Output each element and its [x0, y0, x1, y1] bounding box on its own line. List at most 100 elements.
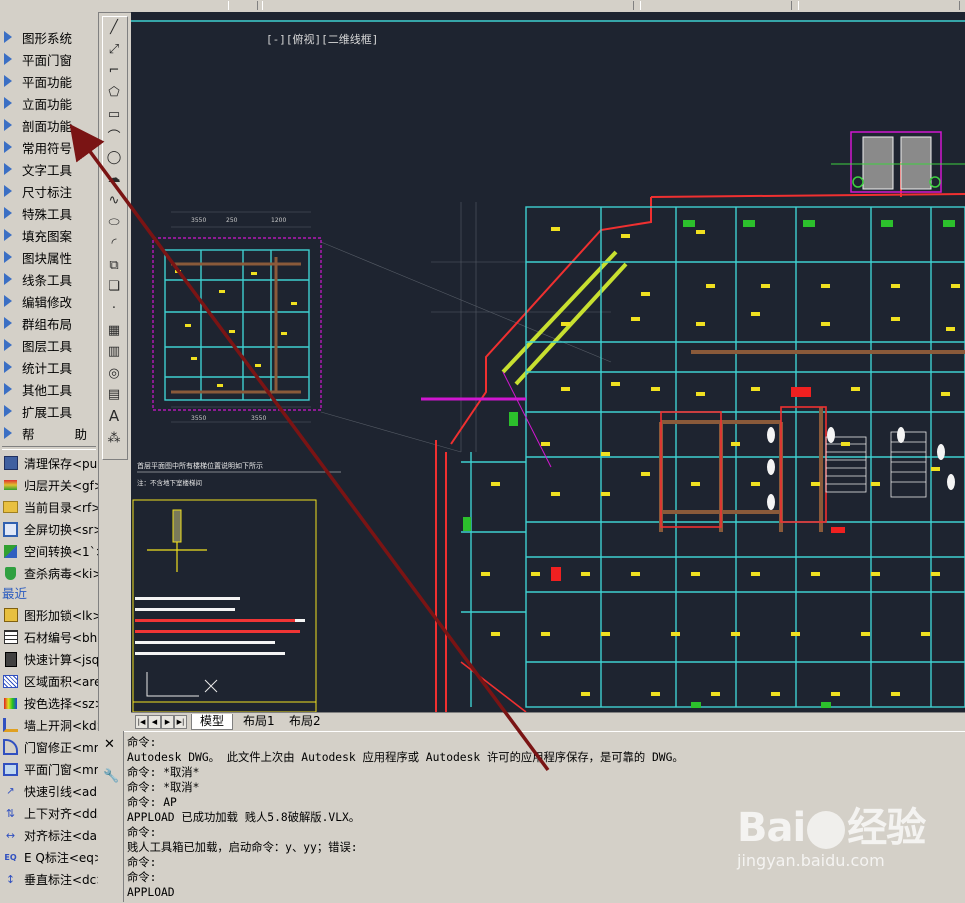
- tool-item[interactable]: 石材编号<bh>: [0, 626, 98, 648]
- tab-model[interactable]: 模型: [191, 714, 234, 730]
- menu-item[interactable]: 其他工具: [0, 378, 98, 400]
- menu-item[interactable]: 图块属性: [0, 246, 98, 268]
- tool-item[interactable]: ↔ 对齐标注<da>: [0, 824, 98, 846]
- menu-item[interactable]: 文字工具: [0, 158, 98, 180]
- tool-item[interactable]: 全屏切换<sr>: [0, 518, 98, 540]
- region-icon[interactable]: ◎: [103, 363, 125, 385]
- make-block-icon[interactable]: ❏: [103, 276, 125, 298]
- menu-item[interactable]: 扩展工具: [0, 400, 98, 422]
- menu-item[interactable]: 群组布局: [0, 312, 98, 334]
- mtext-icon[interactable]: A: [103, 406, 125, 428]
- menu-item[interactable]: 尺寸标注: [0, 180, 98, 202]
- tool-item[interactable]: 区域面积<are: [0, 670, 98, 692]
- spline-icon[interactable]: ∿: [103, 190, 125, 212]
- menu-item[interactable]: 立面功能: [0, 92, 98, 114]
- menu-item[interactable]: 帮 助: [0, 422, 98, 444]
- ellipse-icon[interactable]: ⬭: [103, 211, 125, 233]
- wrench-icon[interactable]: 🔧: [103, 769, 119, 784]
- tool-item[interactable]: ⇅ 上下对齐<dds: [0, 802, 98, 824]
- watermark-url: jingyan.baidu.com: [737, 851, 885, 870]
- revcloud-icon[interactable]: ☁: [103, 168, 125, 190]
- first-tab-button[interactable]: |◀: [135, 715, 148, 729]
- tool-item[interactable]: 门窗修正<mmx: [0, 736, 98, 758]
- play-arrow-icon: [4, 185, 12, 197]
- polyline-icon[interactable]: ⌐: [103, 60, 125, 82]
- tool-item[interactable]: 当前目录<rf>: [0, 496, 98, 518]
- area-icon: [3, 674, 18, 689]
- insert-block-icon[interactable]: ⧉: [103, 255, 125, 277]
- tool-item[interactable]: ↕ 垂直标注<dc>: [0, 868, 98, 890]
- menu-item[interactable]: 常用符号: [0, 136, 98, 158]
- close-icon[interactable]: ✕: [104, 737, 115, 752]
- tool-item[interactable]: 空间转换<1`>: [0, 540, 98, 562]
- tool-item-label: 查杀病毒<ki>: [24, 566, 99, 581]
- drawing-note-title: 首层平面图中所有楼梯位置说明如下所示: [137, 461, 263, 470]
- tab-layout2[interactable]: 布局2: [281, 714, 329, 729]
- command-line: 命令: *取消*: [127, 766, 200, 779]
- tool-item[interactable]: 平面门窗<mm>: [0, 758, 98, 780]
- tool-item[interactable]: 图形加锁<lk>: [0, 604, 98, 626]
- gradient-icon[interactable]: ▥: [103, 341, 125, 363]
- tool-item-label: 图形加锁<lk>: [24, 608, 99, 623]
- point-icon[interactable]: ·: [103, 298, 125, 320]
- drawing-canvas[interactable]: 3550 250 1200 3550 3550 首层平面图中所有楼梯位置说明如下所示 …: [131, 12, 965, 712]
- building-plan: [421, 131, 965, 712]
- tool-item-label: 区域面积<are: [24, 674, 99, 689]
- add-selected-icon[interactable]: ⁂: [103, 427, 125, 449]
- tool-item[interactable]: 查杀病毒<ki>: [0, 562, 98, 584]
- menu-item-label: 填充图案: [22, 228, 73, 244]
- door-icon: [3, 739, 18, 755]
- lock-icon: [3, 608, 18, 623]
- tool-item[interactable]: 归层开关<gf>: [0, 474, 98, 496]
- play-arrow-icon: [4, 427, 12, 439]
- play-arrow-icon: [4, 383, 12, 395]
- tool-item[interactable]: EQ E Q标注<eq>: [0, 846, 98, 868]
- tool-item[interactable]: 清理保存<pu>: [0, 452, 98, 474]
- menu-item[interactable]: 图形系统: [0, 26, 98, 48]
- menu-item-label: 图形系统: [22, 30, 73, 46]
- last-tab-button[interactable]: ▶|: [174, 715, 187, 729]
- menu-item[interactable]: 平面功能: [0, 70, 98, 92]
- play-arrow-icon: [4, 251, 12, 263]
- tool-item[interactable]: 快速计算<jsq: [0, 648, 98, 670]
- draw-toolbar: ╱ ⤢ ⌐ ⬠ ▭ ⌒ ◯ ☁ ∿ ⬭ ◜ ⧉ ❏ · ▦ ▥ ◎ ▤ A ⁂: [102, 16, 128, 460]
- ellipse-arc-icon[interactable]: ◜: [103, 233, 125, 255]
- leader-icon: ↗: [6, 785, 15, 797]
- tool-item[interactable]: ↗ 快速引线<ad>: [0, 780, 98, 802]
- arc-icon[interactable]: ⌒: [103, 125, 125, 147]
- menu-item-label: 群组布局: [22, 316, 73, 332]
- menu-item[interactable]: 填充图案: [0, 224, 98, 246]
- toolbar-segment: [228, 1, 258, 10]
- tool-item[interactable]: 按色选择<sz>: [0, 692, 98, 714]
- tool-item[interactable]: 墙上开洞<kd>: [0, 714, 98, 736]
- play-arrow-icon: [4, 97, 12, 109]
- menu-item[interactable]: 编辑修改: [0, 290, 98, 312]
- polygon-icon[interactable]: ⬠: [103, 82, 125, 104]
- menu-item[interactable]: 线条工具: [0, 268, 98, 290]
- next-tab-button[interactable]: ▶: [161, 715, 174, 729]
- circle-icon[interactable]: ◯: [103, 147, 125, 169]
- menu-item-label: 平面门窗: [22, 52, 73, 68]
- space-icon: [3, 544, 18, 559]
- tab-layout1[interactable]: 布局1: [235, 714, 283, 729]
- divider: [2, 446, 96, 450]
- prev-tab-button[interactable]: ◀: [148, 715, 161, 729]
- menu-item[interactable]: 统计工具: [0, 356, 98, 378]
- rectangle-icon[interactable]: ▭: [103, 103, 125, 125]
- table-icon[interactable]: ▤: [103, 384, 125, 406]
- xline-icon[interactable]: ⤢: [103, 39, 125, 61]
- panel-grip[interactable]: [0, 12, 98, 26]
- toolbar-segment: [640, 1, 792, 10]
- play-arrow-icon: [4, 229, 12, 241]
- menu-item[interactable]: 剖面功能: [0, 114, 98, 136]
- menu-item[interactable]: 图层工具: [0, 334, 98, 356]
- tool-item-label: 全屏切换<sr>: [24, 522, 99, 537]
- tool-item-label: 空间转换<1`>: [24, 544, 99, 559]
- line-icon[interactable]: ╱: [103, 17, 125, 39]
- menu-item[interactable]: 特殊工具: [0, 202, 98, 224]
- play-arrow-icon: [4, 31, 12, 43]
- viewport-label[interactable]: [-][俯视][二维线框]: [266, 31, 378, 47]
- menu-item[interactable]: 平面门窗: [0, 48, 98, 70]
- hatch-icon[interactable]: ▦: [103, 319, 125, 341]
- tool-item-label: 快速计算<jsq: [24, 652, 99, 667]
